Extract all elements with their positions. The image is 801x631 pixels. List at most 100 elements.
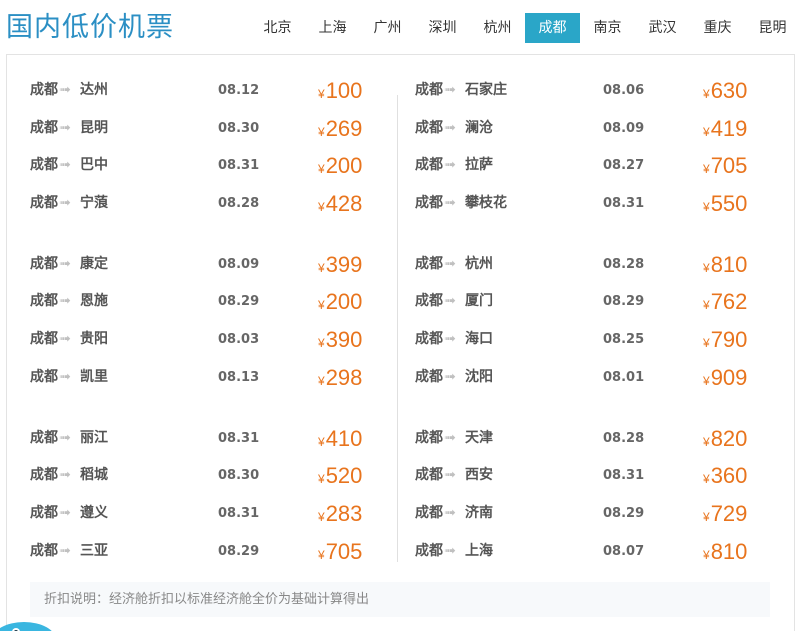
departure-date: 08.28 [218,196,260,212]
deal-row[interactable]: 成都 ➟ 海口 08.25 ¥790 [415,321,775,359]
fare-price: ¥200 [318,283,362,324]
tab-city[interactable]: 深圳 [415,13,470,43]
departure-date: 08.06 [603,83,645,98]
origin-city: 成都 [415,293,443,310]
departure-date: 08.29 [218,543,260,559]
route-arrow-icon: ➟ [59,542,71,559]
page-title: 国内低价机票 [6,12,174,43]
currency-symbol: ¥ [318,472,325,487]
deal-group: 成都 ➟ 石家庄 08.06 ¥630 成都 ➟ 澜沧 08.09 ¥419 成都 ➟ 拉萨 08.27 ¥… [415,72,775,223]
destination-city: 攀枝花 [465,195,507,212]
route-arrow-icon: ➟ [59,293,71,310]
route-arrow-icon: ➟ [59,331,71,348]
departure-date: 08.07 [603,543,645,559]
route-arrow-icon: ➟ [444,429,456,446]
fare-price: ¥399 [318,246,362,287]
currency-symbol: ¥ [318,547,325,562]
departure-date: 08.27 [603,158,645,174]
deal-row[interactable]: 成都 ➟ 上海 08.07 ¥810 [415,533,775,571]
deal-row[interactable]: 成都 ➟ 凯里 08.13 ¥298 [30,359,390,397]
departure-date: 08.31 [603,468,645,484]
route-arrow-icon: ➟ [444,157,456,174]
destination-city: 康定 [80,255,108,272]
tab-city[interactable]: 杭州 [470,13,525,43]
deal-row[interactable]: 成都 ➟ 拉萨 08.27 ¥705 [415,147,775,185]
destination-city: 西安 [465,467,493,484]
origin-city: 成都 [415,255,443,272]
departure-date: 08.09 [218,256,260,272]
deal-row[interactable]: 成都 ➟ 丽江 08.31 ¥410 [30,420,390,458]
deal-row[interactable]: 成都 ➟ 三亚 08.29 ¥705 [30,533,390,571]
departure-date: 08.12 [218,83,260,98]
deal-row[interactable]: 成都 ➟ 天津 08.28 ¥820 [415,420,775,458]
destination-city: 天津 [465,429,493,446]
tab-city[interactable]: 昆明 [745,13,800,43]
origin-city: 成都 [415,157,443,174]
flight-deals-page: 国内低价机票 北京 上海 广州 深圳 杭州 成都 南京 武汉 重庆 昆明 成都 ➟ 达州 08.12 ¥1… [0,0,801,631]
fare-amount: 810 [710,251,748,277]
deal-row[interactable]: 成都 ➟ 恩施 08.29 ¥200 [30,283,390,321]
departure-date: 08.28 [603,256,645,272]
tab-city[interactable]: 重庆 [690,13,745,43]
deal-row[interactable]: 成都 ➟ 达州 08.12 ¥100 [30,72,390,110]
deal-row[interactable]: 成都 ➟ 宁蒗 08.28 ¥428 [30,185,390,223]
tab-city[interactable]: 北京 [250,13,305,43]
deal-row[interactable]: 成都 ➟ 石家庄 08.06 ¥630 [415,72,775,110]
deal-row[interactable]: 成都 ➟ 厦门 08.29 ¥762 [415,283,775,321]
currency-symbol: ¥ [703,124,710,139]
deal-row[interactable]: 成都 ➟ 贵阳 08.03 ¥390 [30,321,390,359]
tab-city[interactable]: 广州 [360,13,415,43]
route-arrow-icon: ➟ [444,195,456,212]
origin-city: 成都 [30,157,58,174]
origin-city: 成都 [30,542,58,559]
deal-row[interactable]: 成都 ➟ 巴中 08.31 ¥200 [30,147,390,185]
fare-price: ¥630 [703,72,747,113]
destination-city: 丽江 [80,429,108,446]
departure-date: 08.30 [218,120,260,136]
tab-city[interactable]: 上海 [305,13,360,43]
tab-city[interactable]: 成都 [525,13,580,43]
deal-row[interactable]: 成都 ➟ 济南 08.29 ¥729 [415,495,775,533]
fare-amount: 810 [710,538,748,564]
fare-amount: 269 [325,115,363,141]
tab-city[interactable]: 南京 [580,13,635,43]
destination-city: 贵阳 [80,331,108,348]
deal-row[interactable]: 成都 ➟ 沈阳 08.01 ¥909 [415,359,775,397]
destination-city: 达州 [80,82,108,98]
fare-amount: 790 [710,327,748,353]
fare-price: ¥419 [703,110,747,151]
deals-column-left: 成都 ➟ 达州 08.12 ¥100 成都 ➟ 昆明 08.30 ¥269 成都 ➟ 巴中 08.31 ¥2… [30,72,390,593]
deal-row[interactable]: 成都 ➟ 昆明 08.30 ¥269 [30,110,390,148]
deal-row[interactable]: 成都 ➟ 澜沧 08.09 ¥419 [415,110,775,148]
currency-symbol: ¥ [703,260,710,275]
deal-row[interactable]: 成都 ➟ 攀枝花 08.31 ¥550 [415,185,775,223]
departure-date: 08.31 [603,196,645,212]
origin-city: 成都 [415,467,443,484]
origin-city: 成都 [30,368,58,385]
origin-city: 成都 [415,504,443,521]
route-arrow-icon: ➟ [59,504,71,521]
currency-symbol: ¥ [703,200,710,215]
fare-price: ¥283 [318,495,362,536]
currency-symbol: ¥ [318,124,325,139]
deal-row[interactable]: 成都 ➟ 康定 08.09 ¥399 [30,246,390,284]
deal-group: 成都 ➟ 达州 08.12 ¥100 成都 ➟ 昆明 08.30 ¥269 成都 ➟ 巴中 08.31 ¥2… [30,72,390,223]
fare-amount: 200 [325,153,363,179]
departure-date: 08.29 [603,505,645,521]
deal-row[interactable]: 成都 ➟ 稻城 08.30 ¥520 [30,457,390,495]
fare-amount: 729 [710,500,748,526]
fare-price: ¥705 [318,533,362,574]
origin-city: 成都 [415,429,443,446]
deal-row[interactable]: 成都 ➟ 杭州 08.28 ¥810 [415,246,775,284]
fare-amount: 428 [325,191,363,217]
fare-price: ¥729 [703,495,747,536]
origin-city: 成都 [415,195,443,212]
tab-city[interactable]: 武汉 [635,13,690,43]
deal-row[interactable]: 成都 ➟ 西安 08.31 ¥360 [415,457,775,495]
currency-symbol: ¥ [318,298,325,313]
fare-price: ¥520 [318,457,362,498]
route-arrow-icon: ➟ [444,293,456,310]
deal-row[interactable]: 成都 ➟ 遵义 08.31 ¥283 [30,495,390,533]
currency-symbol: ¥ [703,547,710,562]
currency-symbol: ¥ [703,87,710,101]
